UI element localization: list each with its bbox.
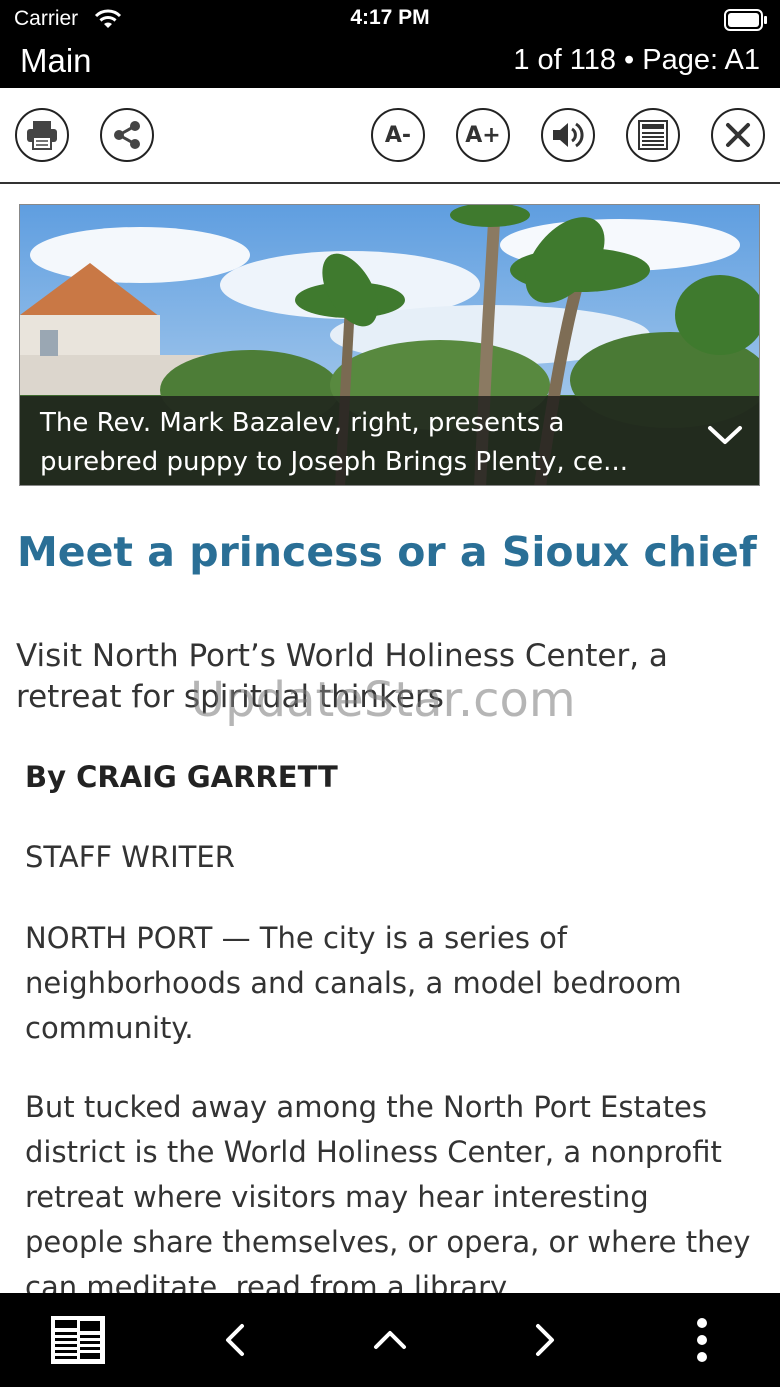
font-decrease-button[interactable]: A- bbox=[371, 108, 425, 162]
more-options-button[interactable] bbox=[680, 1293, 724, 1387]
page-indicator: 1 of 118 • Page: A1 bbox=[513, 44, 760, 76]
font-increase-button[interactable]: A+ bbox=[456, 108, 510, 162]
share-icon bbox=[114, 121, 140, 149]
photo-caption: The Rev. Mark Bazalev, right, presents a… bbox=[20, 396, 759, 485]
chevron-left-icon bbox=[226, 1324, 244, 1356]
newspaper-icon bbox=[638, 120, 668, 150]
newspaper-view-button[interactable] bbox=[626, 108, 680, 162]
title-row: Main 1 of 118 • Page: A1 bbox=[0, 42, 780, 86]
status-time: 4:17 PM bbox=[350, 6, 430, 29]
article-paragraph: NORTH PORT — The city is a series of nei… bbox=[25, 921, 682, 1045]
bottom-nav bbox=[0, 1293, 780, 1387]
font-decrease-label: A- bbox=[384, 122, 412, 148]
print-button[interactable] bbox=[15, 108, 69, 162]
close-button[interactable] bbox=[711, 108, 765, 162]
article-role: STAFF WRITER bbox=[25, 840, 235, 874]
newspaper-icon bbox=[51, 1316, 105, 1364]
section-title: Main bbox=[20, 42, 92, 79]
watermark: UpdateStar.com bbox=[190, 672, 576, 728]
audio-button[interactable] bbox=[541, 108, 595, 162]
close-icon bbox=[726, 123, 750, 147]
scroll-up-button[interactable] bbox=[365, 1293, 415, 1387]
chevron-right-icon bbox=[536, 1324, 554, 1356]
font-increase-label: A+ bbox=[465, 122, 501, 148]
more-vertical-icon bbox=[697, 1318, 707, 1362]
chevron-down-icon[interactable] bbox=[707, 424, 743, 446]
caption-text: The Rev. Mark Bazalev, right, presents a… bbox=[40, 408, 628, 477]
next-page-button[interactable] bbox=[520, 1293, 570, 1387]
previous-page-button[interactable] bbox=[210, 1293, 260, 1387]
article-headline: Meet a princess or a Sioux chief bbox=[17, 528, 757, 576]
top-bar: Carrier 4:17 PM Main 1 of 118 • Page: A1 bbox=[0, 0, 780, 88]
article-byline: By CRAIG GARRETT bbox=[25, 760, 338, 794]
battery-icon bbox=[724, 9, 767, 31]
printer-icon bbox=[27, 121, 57, 150]
chevron-up-icon bbox=[374, 1331, 406, 1349]
article-photo[interactable]: The Rev. Mark Bazalev, right, presents a… bbox=[19, 204, 760, 486]
speaker-icon bbox=[553, 122, 584, 148]
newspaper-nav-button[interactable] bbox=[48, 1293, 108, 1387]
article-paragraph: But tucked away among the North Port Est… bbox=[25, 1090, 751, 1304]
share-button[interactable] bbox=[100, 108, 154, 162]
article-toolbar: A- A+ bbox=[0, 88, 780, 184]
status-bar: Carrier 4:17 PM bbox=[0, 0, 780, 40]
